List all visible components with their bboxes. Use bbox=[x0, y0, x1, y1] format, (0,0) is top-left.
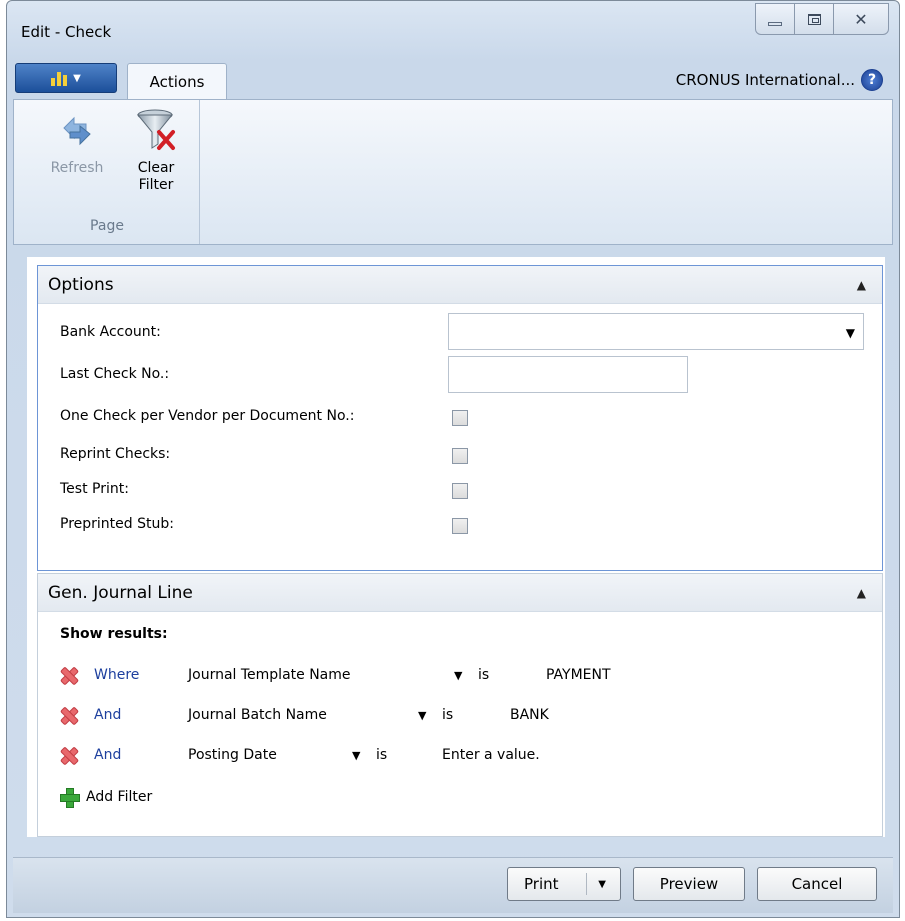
company-name: CRONUS International... ? bbox=[676, 69, 883, 91]
collapse-icon[interactable]: ▲ bbox=[857, 278, 866, 292]
dialog-footer: Print ▼ Preview Cancel bbox=[13, 857, 893, 913]
content-area: Options ▲ Bank Account: ▼ Last Check No.… bbox=[27, 257, 885, 837]
close-icon: ✕ bbox=[854, 9, 868, 29]
bank-account-label: Bank Account: bbox=[60, 324, 161, 340]
clear-filter-label-2: Filter bbox=[138, 177, 174, 193]
filter-conjunction[interactable]: And bbox=[94, 707, 121, 723]
minimize-icon bbox=[768, 22, 782, 26]
delete-filter-icon[interactable] bbox=[60, 667, 76, 683]
filter-field[interactable]: Posting Date bbox=[188, 747, 277, 763]
plus-icon bbox=[60, 788, 80, 808]
clear-filter-label-1: Clear bbox=[137, 160, 175, 176]
filter-conjunction[interactable]: Where bbox=[94, 667, 139, 683]
gen-journal-line-panel: Gen. Journal Line ▲ Show results: Where … bbox=[37, 573, 883, 837]
ribbon-tab-bar: ▼ Actions CRONUS International... ? bbox=[13, 61, 893, 100]
refresh-button[interactable]: Refresh bbox=[42, 106, 112, 177]
window-title: Edit - Check bbox=[21, 23, 112, 41]
refresh-icon bbox=[56, 106, 98, 154]
chevron-down-icon[interactable]: ▼ bbox=[352, 749, 360, 762]
preprinted-checkbox[interactable] bbox=[452, 518, 468, 534]
test-print-row: Test Print: bbox=[60, 481, 450, 497]
chevron-down-icon[interactable]: ▼ bbox=[598, 879, 606, 890]
window-controls: ✕ bbox=[755, 3, 889, 35]
filter-operator: is bbox=[442, 707, 454, 723]
company-label: CRONUS International... bbox=[675, 71, 855, 89]
restore-icon bbox=[807, 13, 821, 25]
ribbon-group-page: Refresh Clear Filter Page bbox=[14, 100, 200, 244]
one-check-checkbox[interactable] bbox=[452, 410, 468, 426]
chevron-down-icon: ▼ bbox=[845, 326, 855, 340]
filter-value[interactable]: Enter a value. bbox=[442, 747, 540, 763]
gen-journal-header[interactable]: Gen. Journal Line ▲ bbox=[38, 574, 882, 612]
filter-row: And Journal Batch Name ▼ is BANK bbox=[60, 704, 860, 726]
last-check-input[interactable] bbox=[448, 356, 688, 393]
minimize-button[interactable] bbox=[755, 3, 795, 35]
help-icon[interactable]: ? bbox=[861, 69, 883, 91]
clear-filter-button[interactable]: Clear Filter bbox=[126, 106, 186, 194]
dynamics-logo-icon bbox=[51, 70, 68, 86]
chevron-down-icon[interactable]: ▼ bbox=[454, 669, 462, 682]
filter-operator: is bbox=[478, 667, 490, 683]
chevron-down-icon[interactable]: ▼ bbox=[418, 709, 426, 722]
ribbon-panel: Refresh Clear Filter Page bbox=[13, 99, 893, 245]
cancel-button[interactable]: Cancel bbox=[757, 867, 877, 901]
filter-value[interactable]: PAYMENT bbox=[546, 667, 611, 683]
print-button[interactable]: Print ▼ bbox=[507, 867, 621, 901]
dialog-window: Edit - Check ✕ ▼ Actions CRONUS Internat… bbox=[6, 0, 900, 918]
maximize-button[interactable] bbox=[794, 3, 834, 35]
one-check-row: One Check per Vendor per Document No.: bbox=[60, 408, 450, 424]
title-bar: Edit - Check ✕ bbox=[7, 1, 899, 61]
reprint-label: Reprint Checks: bbox=[60, 446, 171, 462]
gen-journal-title: Gen. Journal Line bbox=[48, 582, 193, 603]
delete-filter-icon[interactable] bbox=[60, 707, 76, 723]
reprint-checkbox[interactable] bbox=[452, 448, 468, 464]
test-print-checkbox[interactable] bbox=[452, 483, 468, 499]
last-check-label: Last Check No.: bbox=[60, 366, 170, 382]
bank-account-row: Bank Account: bbox=[60, 324, 450, 340]
filter-conjunction[interactable]: And bbox=[94, 747, 121, 763]
preprinted-label: Preprinted Stub: bbox=[60, 516, 174, 532]
last-check-row: Last Check No.: bbox=[60, 366, 450, 382]
preprinted-row: Preprinted Stub: bbox=[60, 516, 450, 532]
collapse-icon[interactable]: ▲ bbox=[857, 586, 866, 600]
application-menu-button[interactable]: ▼ bbox=[15, 63, 117, 93]
tab-actions[interactable]: Actions bbox=[127, 63, 227, 100]
filter-field[interactable]: Journal Template Name bbox=[188, 667, 351, 683]
test-print-label: Test Print: bbox=[60, 481, 129, 497]
filter-row: Where Journal Template Name ▼ is PAYMENT bbox=[60, 664, 860, 686]
filter-field[interactable]: Journal Batch Name bbox=[188, 707, 327, 723]
chevron-down-icon: ▼ bbox=[73, 72, 81, 84]
filter-row: And Posting Date ▼ is Enter a value. bbox=[60, 744, 860, 766]
group-label-page: Page bbox=[90, 218, 124, 234]
refresh-label: Refresh bbox=[50, 160, 104, 176]
filter-operator: is bbox=[376, 747, 388, 763]
one-check-label: One Check per Vendor per Document No.: bbox=[60, 408, 355, 424]
clear-filter-icon bbox=[135, 106, 177, 154]
reprint-row: Reprint Checks: bbox=[60, 446, 450, 462]
options-title: Options bbox=[48, 274, 114, 295]
print-label: Print bbox=[524, 875, 559, 893]
split-divider bbox=[586, 873, 587, 895]
add-filter-label: Add Filter bbox=[86, 789, 153, 805]
preview-button[interactable]: Preview bbox=[633, 867, 745, 901]
add-filter-button[interactable]: Add Filter bbox=[60, 788, 153, 808]
options-panel: Options ▲ Bank Account: ▼ Last Check No.… bbox=[37, 265, 883, 571]
filter-value[interactable]: BANK bbox=[510, 707, 549, 723]
close-button[interactable]: ✕ bbox=[833, 3, 889, 35]
options-header[interactable]: Options ▲ bbox=[38, 266, 882, 304]
delete-filter-icon[interactable] bbox=[60, 747, 76, 763]
bank-account-dropdown[interactable]: ▼ bbox=[448, 313, 864, 350]
show-results-label: Show results: bbox=[60, 626, 168, 642]
